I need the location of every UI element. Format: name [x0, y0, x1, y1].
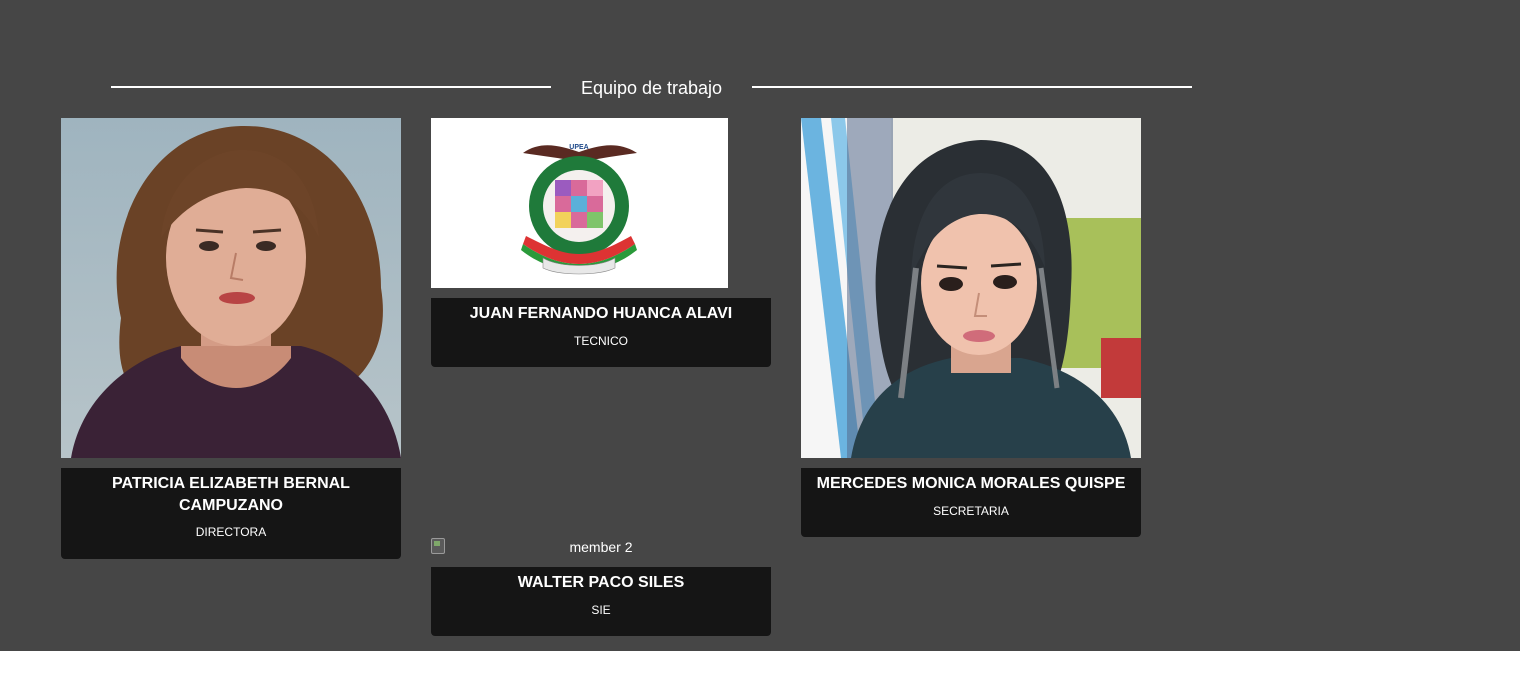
member-name: MERCEDES MONICA MORALES QUISPE	[816, 475, 1126, 492]
member-card-walter: WALTER PACO SILES SIE	[431, 567, 771, 636]
member-role: SECRETARIA	[933, 504, 1009, 518]
logo-text: UPEA	[569, 144, 588, 151]
member-name: WALTER PACO SILES	[517, 574, 685, 591]
member-role: DIRECTORA	[195, 525, 267, 539]
member-role: TECNICO	[574, 334, 628, 348]
member-card-juan: JUAN FERNANDO HUANCA ALAVI TECNICO	[431, 298, 771, 367]
member-name: JUAN FERNANDO HUANCA ALAVI	[469, 305, 733, 322]
upea-logo: UPEA	[431, 118, 728, 288]
member-photo-patricia	[61, 118, 401, 458]
member-card-patricia: PATRICIA ELIZABETH BERNAL CAMPUZANO DIRE…	[61, 468, 401, 559]
heading-divider-right	[752, 86, 1192, 88]
member-photo-walter: member 2	[431, 537, 771, 557]
member-role: SIE	[591, 603, 611, 617]
broken-image-icon	[431, 538, 445, 554]
member-photo-mercedes	[801, 118, 1141, 458]
member-name: PATRICIA ELIZABETH BERNAL CAMPUZANO	[112, 475, 350, 514]
team-section: Equipo de trabajo PATRICIA ELIZABETH BER…	[0, 0, 1520, 651]
image-alt-text: member 2	[569, 539, 633, 555]
heading-divider-left	[111, 86, 551, 88]
section-title: Equipo de trabajo	[580, 78, 723, 98]
member-card-mercedes: MERCEDES MONICA MORALES QUISPE SECRETARI…	[801, 468, 1141, 537]
